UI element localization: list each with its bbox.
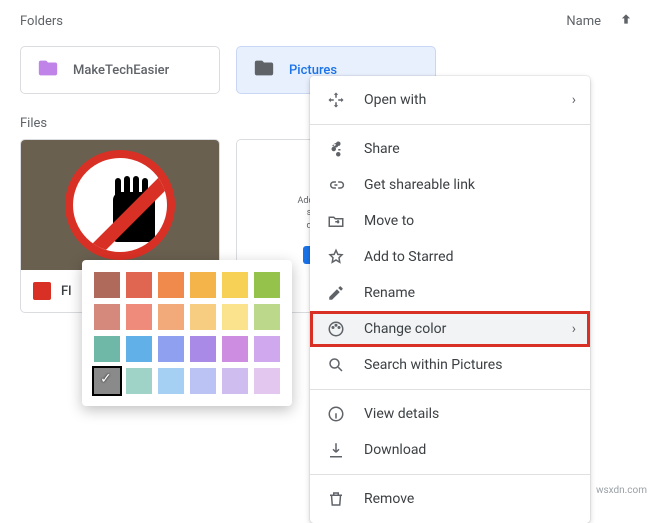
color-swatch[interactable]: [222, 336, 248, 362]
color-swatch[interactable]: [126, 368, 152, 394]
sort-label[interactable]: Name: [566, 14, 601, 29]
color-swatch[interactable]: [94, 304, 120, 330]
ctx-label: Download: [364, 442, 426, 458]
ctx-star[interactable]: Add to Starred: [310, 239, 590, 275]
ctx-share[interactable]: Share: [310, 131, 590, 167]
ctx-download[interactable]: Download: [310, 432, 590, 468]
watermark: wsxdn.com: [596, 485, 647, 496]
color-swatch[interactable]: [190, 304, 216, 330]
file-thumbnail: [21, 140, 219, 270]
ctx-label: Get shareable link: [364, 177, 475, 193]
color-swatch[interactable]: [126, 272, 152, 298]
folder-icon: [37, 57, 59, 83]
color-swatch[interactable]: [158, 272, 184, 298]
color-swatch[interactable]: [126, 336, 152, 362]
link-icon: [326, 176, 346, 194]
color-swatch[interactable]: [158, 304, 184, 330]
color-swatch[interactable]: [254, 368, 280, 394]
ctx-open-with[interactable]: Open with ›: [310, 82, 590, 118]
color-swatch[interactable]: [158, 368, 184, 394]
open-with-icon: [326, 91, 346, 109]
rename-icon: [326, 284, 346, 302]
color-swatch[interactable]: [190, 272, 216, 298]
color-swatch[interactable]: [190, 368, 216, 394]
ctx-label: Remove: [364, 491, 414, 507]
ctx-label: Change color: [364, 321, 446, 337]
ctx-label: View details: [364, 406, 439, 422]
ctx-move-to[interactable]: Move to: [310, 203, 590, 239]
star-icon: [326, 248, 346, 266]
ctx-view-details[interactable]: View details: [310, 396, 590, 432]
ctx-separator: [310, 124, 590, 125]
color-swatch[interactable]: [254, 272, 280, 298]
color-swatch[interactable]: [158, 336, 184, 362]
move-icon: [326, 212, 346, 230]
color-swatch[interactable]: [222, 272, 248, 298]
color-swatch[interactable]: [190, 336, 216, 362]
info-icon: [326, 405, 346, 423]
ctx-get-link[interactable]: Get shareable link: [310, 167, 590, 203]
file-name: Fl: [61, 284, 71, 299]
palette-icon: [326, 320, 346, 338]
folder-maketecheasier[interactable]: MakeTechEasier: [20, 46, 220, 94]
color-swatch[interactable]: [222, 304, 248, 330]
trash-icon: [326, 490, 346, 508]
chevron-right-icon: ›: [572, 92, 576, 108]
ctx-label: Search within Pictures: [364, 357, 502, 373]
ctx-change-color[interactable]: Change color ›: [310, 311, 590, 347]
color-swatch[interactable]: [222, 368, 248, 394]
ctx-remove[interactable]: Remove: [310, 481, 590, 517]
color-swatch[interactable]: [254, 336, 280, 362]
color-swatch[interactable]: [94, 336, 120, 362]
share-icon: [326, 140, 346, 158]
folder-label: MakeTechEasier: [73, 63, 169, 78]
ctx-separator: [310, 389, 590, 390]
image-icon: [33, 282, 51, 300]
search-icon: [326, 356, 346, 374]
chevron-right-icon: ›: [572, 321, 576, 337]
ctx-rename[interactable]: Rename: [310, 275, 590, 311]
download-icon: [326, 441, 346, 459]
color-swatch[interactable]: [94, 368, 120, 394]
ctx-label: Open with: [364, 92, 426, 108]
arrow-up-icon[interactable]: [619, 12, 633, 30]
ctx-separator: [310, 474, 590, 475]
ctx-label: Add to Starred: [364, 249, 453, 265]
color-swatch[interactable]: [254, 304, 280, 330]
context-menu: Open with › Share Get shareable link Mov…: [310, 76, 590, 523]
color-swatch[interactable]: [126, 304, 152, 330]
folder-icon: [253, 57, 275, 83]
ctx-label: Move to: [364, 213, 414, 229]
ctx-label: Rename: [364, 285, 415, 301]
ctx-label: Share: [364, 141, 400, 157]
folders-heading: Folders: [20, 14, 63, 29]
ctx-search-within[interactable]: Search within Pictures: [310, 347, 590, 383]
color-palette: [82, 260, 292, 406]
color-swatch[interactable]: [94, 272, 120, 298]
